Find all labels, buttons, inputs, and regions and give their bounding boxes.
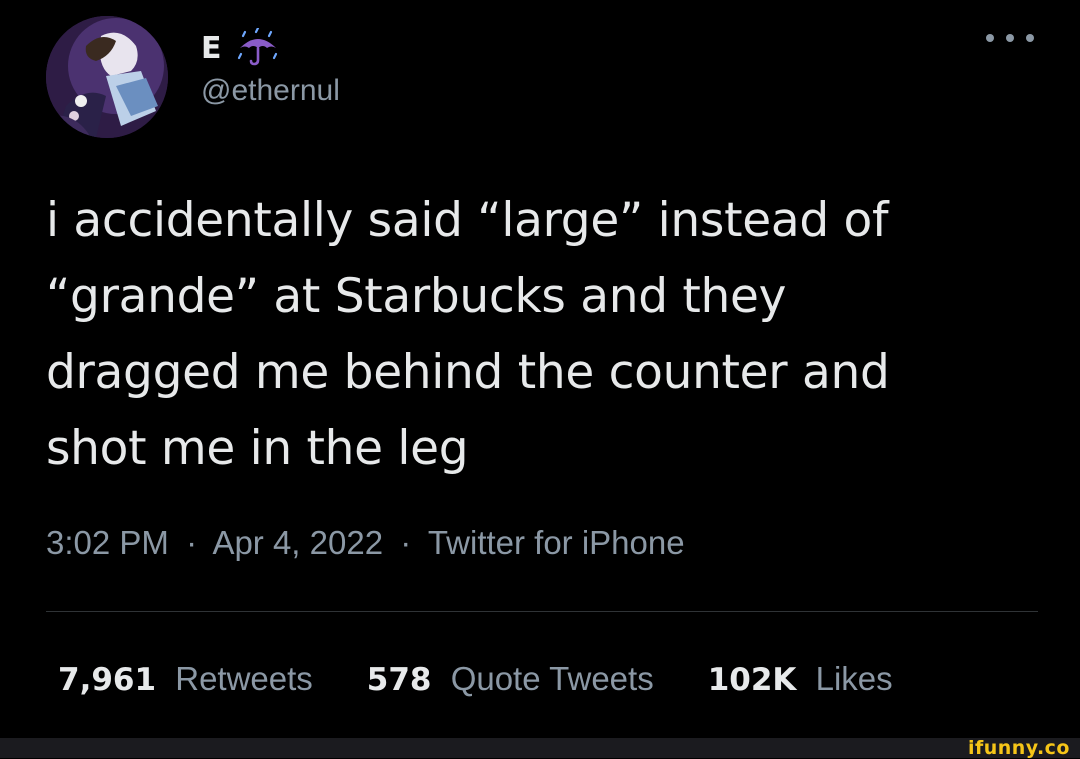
- more-dot: [1026, 34, 1034, 42]
- quote-tweets-count: 578: [366, 662, 432, 698]
- tweet-time[interactable]: 3:02 PM: [46, 524, 169, 561]
- tweet-metadata: 3:02 PM · Apr 4, 2022 · Twitter for iPho…: [46, 524, 685, 562]
- more-options-icon[interactable]: [986, 26, 1034, 50]
- retweets-label: Retweets: [175, 660, 313, 697]
- retweets-count: 7,961: [58, 662, 157, 698]
- watermark: ifunny.co: [967, 737, 1070, 759]
- author-names: E @ethernul: [201, 26, 340, 108]
- watermark-bar: ifunny.co: [0, 738, 1080, 758]
- display-name[interactable]: E: [201, 31, 222, 66]
- tweet-stats: 7,961 Retweets 578 Quote Tweets 102K Lik…: [58, 660, 947, 698]
- tweet-header: E @ethernul: [46, 16, 1046, 141]
- author-handle[interactable]: @ethernul: [201, 74, 340, 108]
- tweet-source[interactable]: Twitter for iPhone: [428, 524, 685, 561]
- more-dot: [1006, 34, 1014, 42]
- meta-separator: ·: [186, 524, 198, 561]
- tweet-text: i accidentally said “large” instead of “…: [46, 193, 890, 476]
- umbrella-with-rain-icon: [236, 26, 280, 68]
- likes-label: Likes: [815, 660, 893, 697]
- more-dot: [986, 34, 994, 42]
- likes-count: 102K: [707, 662, 797, 698]
- avatar-image: [46, 16, 168, 138]
- avatar[interactable]: [46, 16, 168, 138]
- tweet-date[interactable]: Apr 4, 2022: [212, 524, 383, 561]
- quote-tweets-stat[interactable]: 578 Quote Tweets: [367, 660, 654, 698]
- quote-tweets-label: Quote Tweets: [450, 660, 654, 697]
- divider: [46, 611, 1038, 612]
- display-name-row: E: [201, 26, 340, 70]
- meta-separator: ·: [400, 524, 412, 561]
- likes-stat[interactable]: 102K Likes: [708, 660, 893, 698]
- retweets-stat[interactable]: 7,961 Retweets: [58, 660, 313, 698]
- tweet-card: E @ethernul i accidentally said “large” …: [0, 0, 1080, 738]
